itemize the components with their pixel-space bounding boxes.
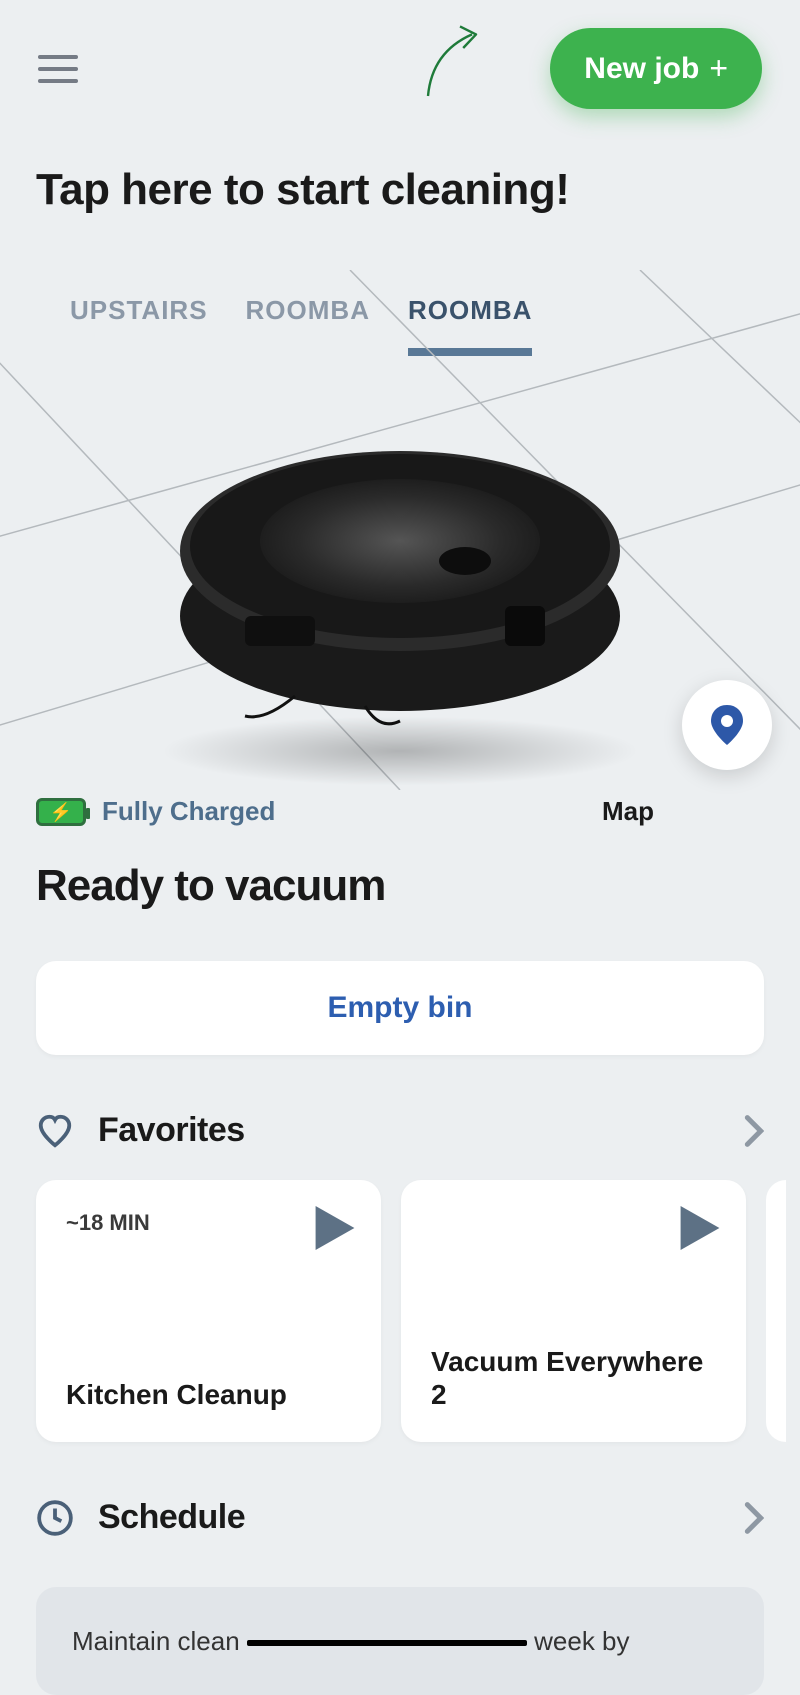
play-icon[interactable] bbox=[680, 1206, 720, 1250]
favorite-card-peek[interactable] bbox=[766, 1180, 786, 1442]
clock-icon bbox=[36, 1499, 74, 1537]
chevron-right-icon bbox=[744, 1114, 764, 1148]
schedule-promo-text-pre: Maintain clean bbox=[72, 1626, 240, 1656]
map-pin-icon bbox=[710, 705, 744, 745]
schedule-promo-card[interactable]: Maintain clean week by bbox=[36, 1587, 764, 1695]
heart-icon bbox=[36, 1112, 74, 1150]
plus-icon: + bbox=[709, 50, 728, 87]
play-icon[interactable] bbox=[315, 1206, 355, 1250]
favorite-card[interactable]: Vacuum Everywhere 2 bbox=[401, 1180, 746, 1442]
favorites-header[interactable]: Favorites bbox=[0, 1055, 800, 1150]
roomba-icon bbox=[165, 416, 635, 736]
battery-charging-icon: ⚡ bbox=[36, 798, 86, 826]
schedule-promo-text-post: week by bbox=[534, 1626, 629, 1656]
favorites-title: Favorites bbox=[98, 1111, 720, 1150]
redacted-text bbox=[247, 1640, 527, 1646]
map-label: Map bbox=[602, 796, 654, 827]
favorite-duration: ~18 MIN bbox=[66, 1210, 351, 1236]
battery-status-text: Fully Charged bbox=[102, 796, 275, 827]
new-job-button[interactable]: New job + bbox=[550, 28, 762, 109]
chevron-right-icon bbox=[744, 1501, 764, 1535]
device-status-title: Ready to vacuum bbox=[0, 827, 800, 911]
new-job-label: New job bbox=[584, 52, 699, 86]
schedule-title: Schedule bbox=[98, 1498, 720, 1537]
device-image bbox=[0, 356, 800, 796]
map-button[interactable] bbox=[682, 680, 772, 770]
menu-button[interactable] bbox=[38, 55, 78, 83]
schedule-header[interactable]: Schedule bbox=[0, 1442, 800, 1537]
empty-bin-button[interactable]: Empty bin bbox=[36, 961, 764, 1055]
favorites-list[interactable]: ~18 MIN Kitchen Cleanup Vacuum Everywher… bbox=[0, 1150, 800, 1442]
favorite-card[interactable]: ~18 MIN Kitchen Cleanup bbox=[36, 1180, 381, 1442]
page-title: Tap here to start cleaning! bbox=[0, 109, 800, 215]
favorite-title: Vacuum Everywhere 2 bbox=[431, 1345, 716, 1412]
favorite-title: Kitchen Cleanup bbox=[66, 1378, 351, 1412]
